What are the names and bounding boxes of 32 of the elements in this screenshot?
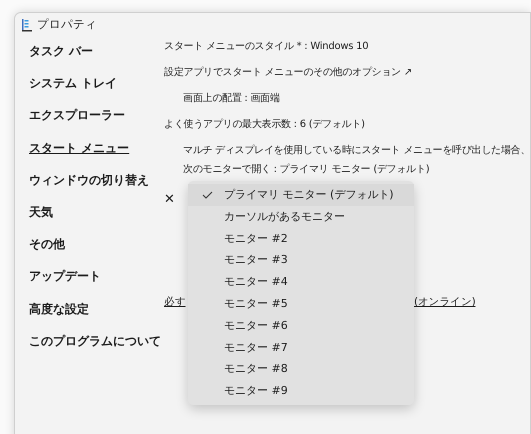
sidebar-item[interactable]: タスク バー (29, 41, 161, 74)
sidebar-item[interactable]: 天気 (29, 202, 161, 234)
setting-text: 設定アプリでスタート メニューのその他のオプション ↗ (164, 66, 413, 79)
help-link[interactable]: 必す (164, 296, 186, 308)
sidebar-item[interactable]: このプログラムについて (29, 330, 161, 363)
dropdown-item[interactable]: モニター #5 (188, 292, 414, 315)
dropdown-item[interactable]: プライマリ モニター (デフォルト) (188, 184, 414, 206)
dropdown-item[interactable]: カーソルがあるモニター (188, 206, 414, 228)
dropdown-item[interactable]: モニター #3 (188, 249, 414, 272)
window-title: プロパティ (37, 16, 97, 34)
close-mark[interactable]: ✕ (164, 192, 175, 207)
sidebar-item[interactable]: スタート メニュー (29, 138, 161, 170)
sidebar-item[interactable]: アップデート (29, 266, 161, 298)
setting-text: 画面上の配置 : 画面端 (182, 92, 281, 105)
dropdown-item[interactable]: モニター #9 (188, 380, 414, 402)
setting-text: スタート メニューのスタイル * : Windows 10 (164, 40, 370, 53)
app-icon (21, 18, 33, 32)
dropdown-item[interactable]: モニター #4 (188, 271, 414, 293)
sidebar-item[interactable]: システム トレイ (29, 73, 161, 106)
dropdown-item[interactable]: モニター #2 (188, 228, 414, 250)
setting-text: 次のモニターで開く : プライマリ モニター (デフォルト) (182, 162, 430, 176)
help-link[interactable]: (オンライン) (414, 295, 476, 311)
setting-text: よく使うアプリの最大表示数 : 6 (デフォルト) (164, 118, 366, 131)
dropdown-item[interactable]: モニター #7 (188, 336, 414, 358)
dropdown-item[interactable]: モニター #8 (188, 358, 414, 380)
sidebar-item[interactable]: ウィンドウの切り替え (29, 170, 161, 202)
setting-text: マルチ ディスプレイを使用している時にスタート メニューを呼び出した場合、 (182, 144, 530, 157)
sidebar-item[interactable]: その他 (29, 234, 161, 266)
dropdown-item[interactable]: モニター #6 (188, 314, 414, 337)
sidebar-item[interactable]: 高度な設定 (29, 298, 161, 331)
sidebar-item[interactable]: エクスプローラー (29, 105, 161, 138)
checkmark-icon (202, 191, 213, 199)
